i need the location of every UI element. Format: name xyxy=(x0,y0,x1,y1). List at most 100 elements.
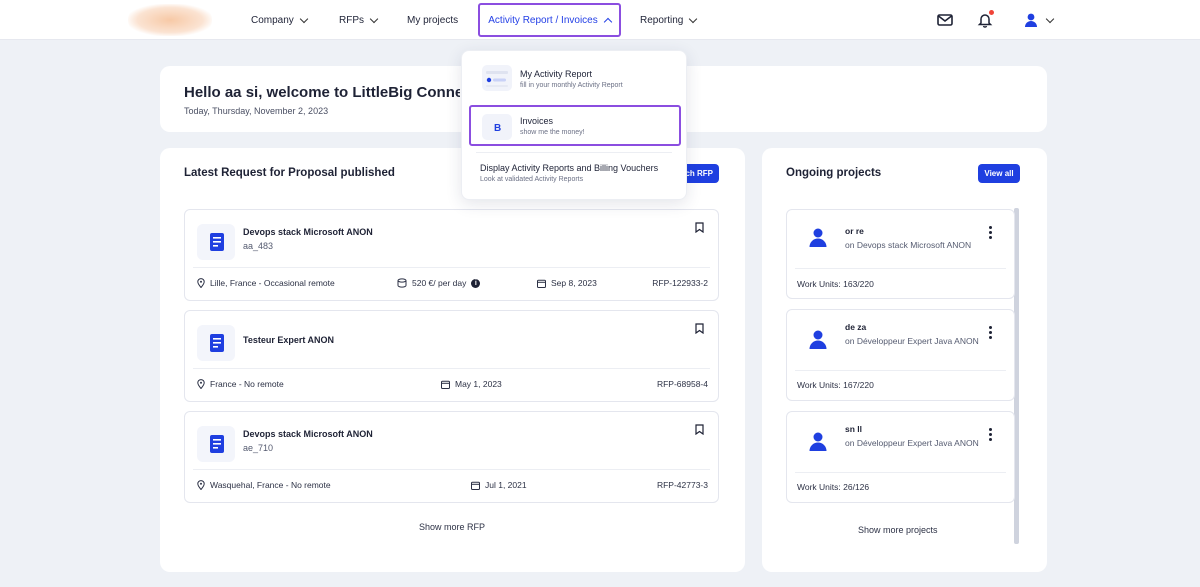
location-pin-icon xyxy=(197,480,205,490)
rfp-subtitle: aa_483 xyxy=(243,241,274,251)
dropdown-item-subtitle: show me the money! xyxy=(520,129,585,136)
dropdown-item-display-activity-reports[interactable]: Display Activity Reports and Billing Vou… xyxy=(462,155,688,195)
calendar-icon xyxy=(441,380,450,389)
divider xyxy=(193,469,710,470)
divider xyxy=(193,368,710,369)
location-pin-icon xyxy=(197,379,205,389)
rfp-doc-icon xyxy=(197,224,235,260)
rfp-item[interactable]: Devops stack Microsoft ANON aa_483 Lille… xyxy=(184,209,719,301)
dropdown-item-title: My Activity Report xyxy=(520,69,593,79)
rfp-ref-text: RFP-122933-2 xyxy=(652,278,708,288)
bookmark-icon[interactable] xyxy=(695,222,704,233)
work-units: Work Units: 167/220 xyxy=(797,380,874,390)
projects-section-title: Ongoing projects xyxy=(786,167,882,179)
chevron-down-icon xyxy=(689,14,698,23)
rfp-location-text: Wasquehal, France - No remote xyxy=(210,480,331,490)
rfp-location: Wasquehal, France - No remote xyxy=(197,480,331,490)
dropdown-item-title: Invoices xyxy=(520,116,554,126)
top-navbar: Company RFPs My projects Activity Report… xyxy=(0,0,1200,40)
rfp-rate: 520 €/ per day i xyxy=(397,278,481,288)
welcome-title: Hello aa si, welcome to LittleBig Connec… xyxy=(184,84,460,101)
rfp-section-title: Latest Request for Proposal published xyxy=(184,167,395,179)
nav-company[interactable]: Company xyxy=(251,0,309,40)
dropdown-item-subtitle: Look at validated Activity Reports xyxy=(480,176,584,183)
nav-activity-report-label: Activity Report / Invoices xyxy=(488,14,598,26)
more-options-icon[interactable] xyxy=(988,226,992,239)
rfp-location-text: Lille, France - Occasional remote xyxy=(210,278,335,288)
rfp-location: France - No remote xyxy=(197,379,284,389)
divider xyxy=(795,370,1006,371)
project-mission: on Développeur Expert Java ANON xyxy=(845,438,979,448)
rfp-doc-icon xyxy=(197,325,235,361)
divider xyxy=(193,267,710,268)
show-more-rfp-link[interactable]: Show more RFP xyxy=(419,522,485,532)
project-item[interactable]: sn ll on Développeur Expert Java ANON Wo… xyxy=(786,411,1015,503)
more-options-icon[interactable] xyxy=(988,326,992,339)
nav-activity-report-invoices[interactable]: Activity Report / Invoices xyxy=(478,3,621,37)
project-item[interactable]: de za on Développeur Expert Java ANON Wo… xyxy=(786,309,1015,401)
work-units: Work Units: 163/220 xyxy=(797,279,874,289)
divider xyxy=(795,472,1006,473)
mail-icon[interactable] xyxy=(936,11,954,29)
svg-text:B: B xyxy=(494,123,501,134)
divider xyxy=(795,268,1006,269)
nav-reporting[interactable]: Reporting xyxy=(640,0,698,40)
rfp-section: Latest Request for Proposal published rc… xyxy=(160,148,745,572)
rfp-date: Jul 1, 2021 xyxy=(471,480,527,490)
show-more-projects-link[interactable]: Show more projects xyxy=(858,525,938,535)
bookmark-icon[interactable] xyxy=(695,424,704,435)
rfp-date-text: Jul 1, 2021 xyxy=(485,480,527,490)
chevron-up-icon xyxy=(603,17,612,26)
nav-rfps[interactable]: RFPs xyxy=(339,0,379,40)
user-avatar-icon xyxy=(809,432,827,451)
more-options-icon[interactable] xyxy=(988,428,992,441)
project-mission: on Développeur Expert Java ANON xyxy=(845,336,979,346)
rfp-ref-text: RFP-42773-3 xyxy=(656,480,708,490)
dropdown-item-title: Display Activity Reports and Billing Vou… xyxy=(480,163,659,173)
project-consultant-name: de za xyxy=(845,322,867,332)
project-item[interactable]: or re on Devops stack Microsoft ANON Wor… xyxy=(786,209,1015,299)
info-icon[interactable]: i xyxy=(471,278,481,288)
rfp-item[interactable]: Devops stack Microsoft ANON ae_710 Wasqu… xyxy=(184,411,719,503)
rfp-ref-text: RFP-68958-4 xyxy=(656,379,708,389)
coins-icon xyxy=(397,278,407,288)
user-icon[interactable] xyxy=(1022,11,1040,29)
nav-my-projects[interactable]: My projects xyxy=(407,0,458,40)
activity-report-icon xyxy=(482,65,512,91)
divider xyxy=(476,152,672,153)
nav-reporting-label: Reporting xyxy=(640,14,684,26)
location-pin-icon xyxy=(197,278,205,288)
rfp-title: Devops stack Microsoft ANON xyxy=(243,429,373,439)
rfp-rate-text: 520 €/ per day xyxy=(412,278,467,288)
user-menu-toggle[interactable] xyxy=(1045,0,1055,40)
rfp-title: Testeur Expert ANON xyxy=(243,335,335,345)
bell-icon[interactable] xyxy=(976,10,994,29)
work-units: Work Units: 26/126 xyxy=(797,482,870,492)
activity-report-dropdown: My Activity Report fill in your monthly … xyxy=(461,50,687,200)
ongoing-projects-section: Ongoing projects View all or re on Devop… xyxy=(762,148,1047,572)
nav-my-projects-label: My projects xyxy=(407,14,459,26)
company-logo[interactable] xyxy=(128,4,212,36)
bookmark-icon[interactable] xyxy=(695,323,704,334)
rfp-reference: RFP-42773-3 xyxy=(657,480,708,490)
rfp-date: Sep 8, 2023 xyxy=(537,278,597,288)
rfp-reference: RFP-68958-4 xyxy=(657,379,708,389)
rfp-date-text: Sep 8, 2023 xyxy=(551,278,597,288)
project-consultant-name: sn ll xyxy=(845,424,863,434)
dropdown-item-invoices[interactable]: B Invoices show me the money! xyxy=(462,107,688,147)
rfp-location-text: France - No remote xyxy=(210,379,284,389)
user-avatar-icon xyxy=(809,228,827,247)
dropdown-item-subtitle: fill in your monthly Activity Report xyxy=(520,82,623,89)
view-all-button[interactable]: View all xyxy=(978,164,1020,183)
rfp-item[interactable]: Testeur Expert ANON France - No remote M… xyxy=(184,310,719,402)
rfp-doc-icon xyxy=(197,426,235,462)
user-avatar-icon xyxy=(809,330,827,349)
project-mission: on Devops stack Microsoft ANON xyxy=(845,240,972,250)
welcome-date: Today, Thursday, November 2, 2023 xyxy=(184,106,329,116)
chevron-down-icon xyxy=(369,14,379,23)
notification-dot xyxy=(989,10,994,15)
dropdown-item-my-activity-report[interactable]: My Activity Report fill in your monthly … xyxy=(462,51,688,105)
rfp-date: May 1, 2023 xyxy=(441,379,502,389)
nav-rfps-label: RFPs xyxy=(339,14,364,26)
chevron-down-icon xyxy=(299,14,309,23)
